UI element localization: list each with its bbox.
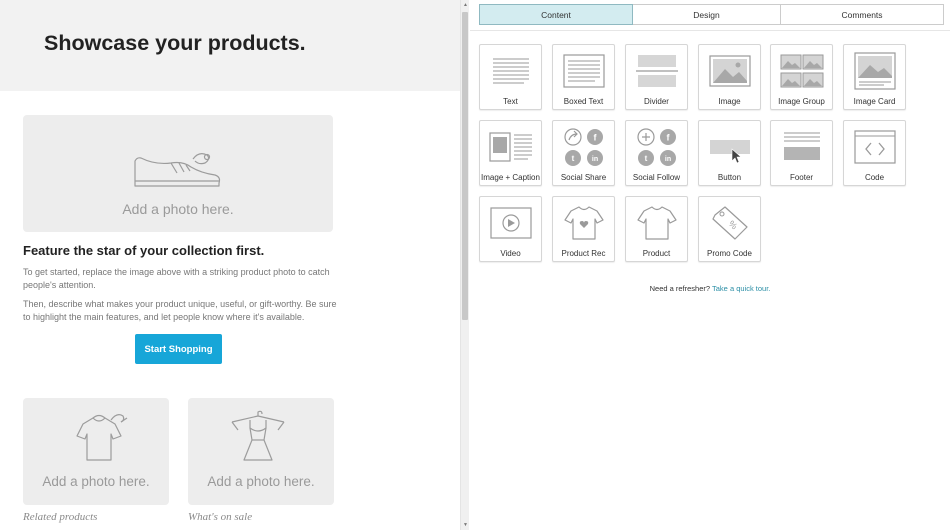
related-products-photo-placeholder[interactable]: Add a photo here.: [23, 398, 169, 505]
photo-placeholder-text: Add a photo here.: [42, 474, 150, 489]
photo-placeholder-text: Add a photo here.: [207, 474, 315, 489]
block-product[interactable]: Product: [625, 196, 688, 262]
related-products-caption: Related products: [23, 511, 98, 523]
block-product-rec[interactable]: Product Rec: [552, 196, 615, 262]
shoe-icon: [134, 153, 221, 187]
block-divider[interactable]: Divider: [625, 44, 688, 110]
block-label: Product Rec: [561, 249, 606, 258]
refresher-text: Need a refresher?: [649, 284, 711, 293]
boxed-text-icon: [563, 54, 605, 88]
block-promo-code[interactable]: % Promo Code: [698, 196, 761, 262]
tab-content[interactable]: Content: [479, 4, 633, 25]
social-share-icon: f t in: [564, 128, 603, 166]
block-label: Divider: [644, 97, 669, 106]
block-label: Image Group: [778, 97, 825, 106]
editor-panel: Content Design Comments Text Boxed Text: [470, 0, 950, 530]
tab-design[interactable]: Design: [633, 4, 781, 25]
block-code[interactable]: Code: [843, 120, 906, 186]
block-label: Social Follow: [632, 173, 681, 182]
block-label: Social Share: [560, 173, 607, 182]
block-social-share[interactable]: f t in Social Share: [552, 120, 615, 186]
block-label: Text: [503, 97, 518, 106]
social-follow-icon: f t in: [637, 128, 676, 166]
block-label: Boxed Text: [563, 97, 604, 106]
quick-tour-link[interactable]: Take a quick tour.: [712, 284, 770, 293]
page-title: Showcase your products.: [44, 31, 306, 55]
main-photo-placeholder[interactable]: Add a photo here.: [23, 115, 333, 232]
feature-heading: Feature the star of your collection firs…: [23, 243, 265, 258]
scrollbar-thumb[interactable]: [462, 12, 468, 320]
divider-icon: [636, 55, 678, 87]
product-icon: [637, 206, 677, 240]
block-label: Footer: [789, 173, 814, 182]
text-block-icon: [493, 58, 529, 84]
scroll-up-arrow-icon[interactable]: ▲: [461, 0, 470, 10]
block-boxed-text[interactable]: Boxed Text: [552, 44, 615, 110]
product-rec-icon: [564, 206, 604, 240]
block-image[interactable]: Image: [698, 44, 761, 110]
tab-divider: [470, 30, 950, 31]
block-label: Image Card: [853, 97, 896, 106]
block-label: Image + Caption: [481, 173, 540, 182]
block-label: Video: [500, 249, 521, 258]
scroll-down-arrow-icon[interactable]: ▼: [461, 520, 470, 530]
photo-placeholder-text: Add a photo here.: [122, 201, 234, 217]
block-image-card[interactable]: Image Card: [843, 44, 906, 110]
block-button[interactable]: Button: [698, 120, 761, 186]
block-label: Image: [718, 97, 741, 106]
video-icon: [490, 207, 532, 239]
promo-code-icon: %: [712, 206, 748, 240]
image-card-icon: [854, 52, 896, 90]
description-paragraph: Then, describe what makes your product u…: [23, 299, 337, 322]
svg-text:t: t: [645, 154, 648, 163]
block-social-follow[interactable]: f t in Social Follow: [625, 120, 688, 186]
footer-icon: [784, 132, 820, 160]
svg-text:in: in: [665, 156, 671, 163]
preview-scrollbar[interactable]: ▲ ▼: [460, 0, 469, 530]
image-icon: [709, 55, 751, 87]
panel-tabs: Content Design Comments: [479, 4, 944, 25]
svg-text:in: in: [592, 156, 598, 163]
block-text[interactable]: Text: [479, 44, 542, 110]
start-shopping-button[interactable]: Start Shopping: [135, 334, 222, 364]
dress-hanger-icon: [231, 410, 285, 461]
block-footer[interactable]: Footer: [770, 120, 833, 186]
email-preview: Showcase your products. Add a photo here…: [0, 0, 460, 530]
block-image-group[interactable]: Image Group: [770, 44, 833, 110]
tshirt-hanger-icon: [76, 414, 128, 461]
hero-section: Showcase your products.: [0, 0, 460, 91]
svg-text:t: t: [572, 154, 575, 163]
refresher-line: Need a refresher? Take a quick tour.: [470, 284, 950, 293]
intro-paragraph: To get started, replace the image above …: [23, 267, 330, 290]
block-label: Product: [642, 249, 671, 258]
on-sale-photo-placeholder[interactable]: Add a photo here.: [188, 398, 334, 505]
block-label: Button: [717, 173, 742, 182]
code-icon: [854, 130, 896, 164]
block-video[interactable]: Video: [479, 196, 542, 262]
image-group-icon: [780, 54, 824, 88]
block-image-caption[interactable]: Image + Caption: [479, 120, 542, 186]
on-sale-caption: What's on sale: [188, 511, 253, 523]
tab-comments[interactable]: Comments: [781, 4, 944, 25]
button-block-icon: [710, 140, 750, 164]
block-label: Promo Code: [707, 249, 752, 258]
image-caption-icon: [489, 132, 532, 162]
block-label: Code: [864, 173, 885, 182]
